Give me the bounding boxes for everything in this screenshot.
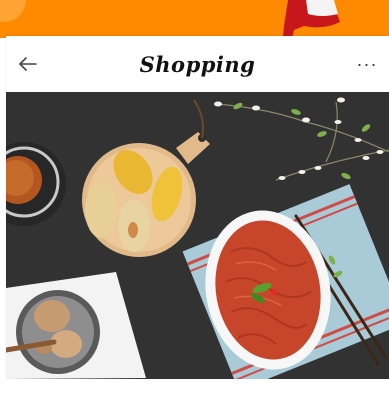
page-title: Shopping [139, 51, 256, 77]
hero-food-photo[interactable] [6, 92, 389, 379]
back-button[interactable] [14, 52, 42, 76]
more-horizontal-icon: ··· [356, 54, 378, 74]
more-button[interactable]: ··· [353, 52, 381, 76]
app-header: Shopping ··· [6, 36, 389, 92]
bottom-blank-area [0, 379, 389, 399]
arrow-left-icon [19, 57, 37, 71]
page-sheet: Shopping ··· [6, 36, 389, 379]
decorative-circle [0, 0, 26, 22]
food-photo [6, 92, 389, 379]
top-accent-band [0, 0, 389, 70]
